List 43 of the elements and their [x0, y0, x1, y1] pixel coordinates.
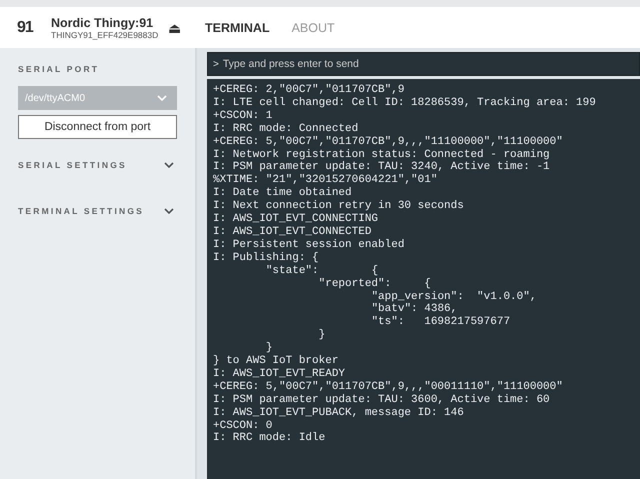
chevron-icon: [157, 95, 167, 101]
chevron-icon: [164, 162, 174, 168]
logo: 91: [17, 18, 34, 36]
terminal-line: I: PSM parameter update: TAU: 3600, Active time: 60: [213, 394, 550, 407]
terminal-line: I: Publishing: {: [213, 252, 319, 265]
chevron-icon: [164, 208, 174, 214]
terminal-line: }: [318, 329, 326, 342]
terminal-line: I: AWS_IOT_EVT_CONNECTING: [213, 213, 378, 226]
terminal-line: I: AWS_IOT_EVT_READY: [213, 368, 346, 381]
disconnect-button[interactable]: Disconnect from port: [18, 115, 177, 139]
terminal-line: "ts": 1698217597677: [370, 316, 510, 330]
command-bar[interactable]: > Type and press enter to send: [207, 52, 640, 76]
terminal-line: "app_version": "v1.0.0",: [370, 290, 536, 303]
prompt-sign: >: [213, 58, 219, 70]
terminal-line: +CEREG: 5,"00C7","011707CB",9,,,"11100000","11100000": [213, 136, 563, 149]
eject-button[interactable]: ⏏: [168, 20, 181, 36]
device-id: THINGY91_EFF429E9883D: [51, 30, 158, 40]
section-heading: SERIAL PORT: [18, 64, 100, 74]
terminal-line: I: Network registration status: Connected - roaming: [213, 148, 550, 161]
terminal-line: %XTIME: "21","32015270604221","01": [213, 174, 438, 187]
terminal-line: I: Persistent session enabled: [213, 238, 404, 252]
terminal-line: I: LTE cell changed: Cell ID: 18286539, Tracking area: 199: [213, 96, 596, 110]
nav-tab[interactable]: TERMINAL: [205, 20, 270, 34]
terminal-line: I: AWS_IOT_EVT_PUBACK, message ID: 146: [213, 406, 464, 420]
terminal-line: +CSCON: 1: [213, 110, 272, 123]
device-name: Nordic Thingy:91: [51, 16, 154, 30]
terminal-line: "batv": 4386,: [370, 303, 458, 316]
terminal-line: I: RRC mode: Idle: [213, 432, 326, 446]
terminal-line: I: Date time obtained: [213, 187, 352, 200]
terminal-line: +CEREG: 2,"00C7","011707CB",9: [213, 84, 404, 97]
terminal-line: +CSCON: 0: [213, 420, 272, 432]
terminal-line: }: [266, 342, 272, 356]
terminal-line: "state": {: [264, 264, 378, 278]
terminal-line: } to AWS IoT broker: [213, 355, 338, 368]
terminal-line: "reported": {: [318, 278, 431, 290]
settings-section[interactable]: TERMINAL SETTINGS: [18, 203, 177, 219]
terminal-line: +CEREG: 5,"00C7","011707CB",9,,,"00011110","11100000": [213, 380, 563, 394]
terminal-line: I: PSM parameter update: TAU: 3240, Active time: -1: [213, 161, 550, 174]
settings-section[interactable]: SERIAL SETTINGS: [18, 157, 177, 173]
terminal-line: I: RRC mode: Connected: [213, 122, 358, 136]
command-field[interactable]: Type and press enter to send: [222, 58, 639, 70]
terminal-line: I: Next connection retry in 30 seconds: [213, 200, 464, 214]
terminal-line: I: AWS_IOT_EVT_CONNECTED: [213, 226, 372, 239]
